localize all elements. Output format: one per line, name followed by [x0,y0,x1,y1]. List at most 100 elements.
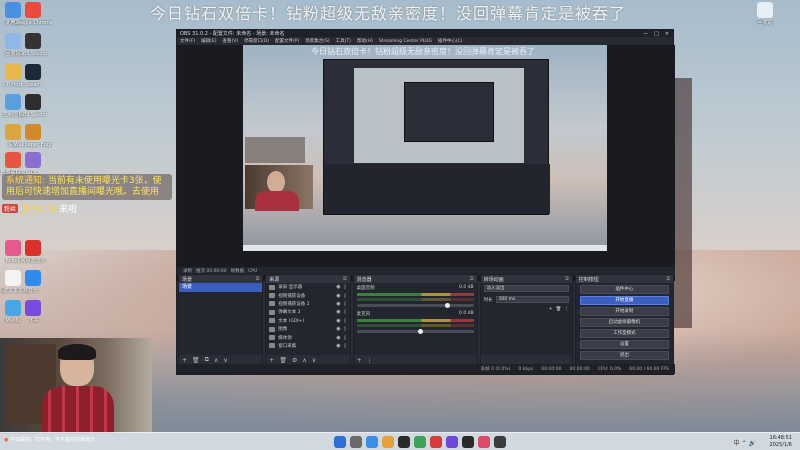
dock-menu-icon[interactable]: ⧉ [666,276,670,282]
taskbar-app-icon[interactable] [350,436,362,448]
source-item[interactable]: 媒体源 ◉ ▯ [266,333,349,341]
source-item[interactable]: 文本 (GDI+) ◉ ▯ [266,317,349,325]
add-icon[interactable]: + [549,307,553,312]
more-icon[interactable]: ⋮ [564,307,569,312]
desktop-icon[interactable]: Wallpaper Engine [14,124,52,148]
add-icon[interactable]: + [269,357,274,364]
lock-icon[interactable]: ▯ [344,335,350,341]
desktop-icon-recycle-right[interactable]: 回收站 [746,2,784,26]
taskbar-app-icon[interactable] [382,436,394,448]
menu-item[interactable]: Streaming Center PLUG [379,39,432,44]
move-up-icon[interactable]: ∧ [214,357,218,364]
trash-icon[interactable]: 🗑 [556,307,562,312]
taskbar-clock[interactable]: 16:48:51 2025/1/6 [770,435,792,449]
menu-item[interactable]: 查看(V) [222,38,238,44]
filter-icon[interactable]: ⧉ [205,356,209,364]
menu-item[interactable]: 编辑(E) [201,38,216,44]
obs-window[interactable]: OBS 31.0.2 - 配置文件: 未命名 - 场景: 未命名 — □ ✕ 文… [176,29,675,375]
more-icon[interactable]: ⋮ [367,357,373,364]
control-button[interactable]: 启动虚拟摄像机 [579,318,669,327]
preview-canvas[interactable]: 今日钻石双倍卡！钻粉超级无敌亲密度！没回弹幕肯定是被吞了 [243,45,607,251]
taskbar-notification[interactable]: ● 今日磁贴：日升夜，今天是你的幸运日 [4,436,95,443]
obs-preview[interactable]: 今日钻石双倍卡！钻粉超级无敌亲密度！没回弹幕肯定是被吞了 录制 推流 00:00:… [177,45,675,281]
dock-menu-icon[interactable]: ⧉ [565,276,569,282]
desktop-icon[interactable]: 网易云音乐 [14,240,52,264]
transition-type-select[interactable]: 淡入淡出 [483,285,569,292]
system-tray[interactable]: 中 ⌃ 🔊 [734,438,756,447]
menu-item[interactable]: 插件中心(C) [438,38,463,44]
menu-item[interactable]: 停靠窗口(D) [244,38,269,44]
minimize-icon[interactable]: — [643,31,648,37]
source-item[interactable]: 图像 ◉ ▯ [266,325,349,333]
eye-icon[interactable]: ◉ [336,326,340,332]
menu-item[interactable]: 配置文件(P) [275,38,299,44]
gear-icon[interactable]: ⚙ [292,357,297,364]
move-up-icon[interactable]: ∧ [302,357,306,364]
menu-item[interactable]: 帮助(H) [357,38,373,44]
menu-item[interactable]: 场景集合(S) [305,38,329,44]
trash-icon[interactable]: 🗑 [192,357,200,364]
lock-icon[interactable]: ▯ [344,318,350,324]
eye-icon[interactable]: ◉ [336,335,340,341]
desktop-icon[interactable]: Steam [14,64,52,88]
preview-tab[interactable]: CPU [248,269,257,274]
trash-icon[interactable]: 🗑 [279,357,287,364]
source-item[interactable]: 视频捕获设备 ◉ ▯ [266,291,349,299]
volume-slider[interactable] [356,303,474,308]
desktop-icon[interactable]: OBS Studio [14,94,52,118]
taskbar-app-icon[interactable] [414,436,426,448]
eye-icon[interactable]: ◉ [336,284,340,290]
control-button[interactable]: 插件中心 [579,285,669,294]
lock-icon[interactable]: ▯ [344,343,350,349]
transition-duration-input[interactable]: 300 ms [495,296,569,303]
menu-item[interactable]: 文件(F) [180,38,195,44]
lock-icon[interactable]: ▯ [344,284,350,290]
volume-slider-knob[interactable] [444,303,450,308]
source-item[interactable]: 录屏·显示器 ◉ ▯ [266,283,349,291]
control-button[interactable]: 设置 [579,340,669,349]
eye-icon[interactable]: ◉ [336,309,340,315]
lock-icon[interactable]: ▯ [344,326,350,332]
lock-icon[interactable]: ▯ [344,309,350,315]
desktop-icon[interactable]: LOL [14,152,52,176]
lock-icon[interactable]: ▯ [344,301,350,307]
dock-menu-icon[interactable]: ⧉ [256,276,260,282]
control-button[interactable]: 开始录制 [579,307,669,316]
control-button[interactable]: 退出 [579,351,669,360]
taskbar-app-icon[interactable] [366,436,378,448]
source-item[interactable]: 视频捕获设备 2 ◉ ▯ [266,300,349,308]
taskbar-app-icon[interactable] [478,436,490,448]
volume-slider-knob[interactable] [417,329,423,334]
taskbar-app-icon[interactable] [446,436,458,448]
eye-icon[interactable]: ◉ [336,301,340,307]
menu-item[interactable]: 工具(T) [336,38,351,44]
source-item[interactable]: 弹幕文本 2 ◉ ▯ [266,308,349,316]
desktop-icon[interactable]: Google Chrome [14,2,52,26]
close-icon[interactable]: ✕ [665,31,669,37]
control-button[interactable]: 开始直播 [579,296,669,305]
obs-titlebar[interactable]: OBS 31.0.2 - 配置文件: 未命名 - 场景: 未命名 — □ ✕ [177,30,673,37]
taskbar-app-icon[interactable] [430,436,442,448]
taskbar-app-icon[interactable] [398,436,410,448]
dock-menu-icon[interactable]: ⧉ [343,276,347,282]
dock-menu-icon[interactable]: ⧉ [470,276,474,282]
eye-icon[interactable]: ◉ [336,318,340,324]
move-down-icon[interactable]: ∨ [223,357,227,364]
desktop-icon[interactable]: OBS Studio [14,33,52,57]
source-item[interactable]: 窗口采集 ◉ ▯ [266,342,349,350]
eye-icon[interactable]: ◉ [336,293,340,299]
volume-slider[interactable] [356,329,474,334]
control-button[interactable]: 工作室模式 [579,329,669,338]
scene-item[interactable]: 场景 [179,283,263,292]
add-icon[interactable]: + [182,357,187,364]
maximize-icon[interactable]: □ [654,31,659,37]
desktop-icon[interactable]: 音乐 [14,270,52,294]
add-icon[interactable]: + [357,357,362,364]
taskbar-app-icon[interactable] [462,436,474,448]
taskbar-app-icon[interactable] [494,436,506,448]
lock-icon[interactable]: ▯ [344,293,350,299]
taskbar-app-icon[interactable] [334,436,346,448]
desktop-icon[interactable]: 飞书 [14,300,52,324]
move-down-icon[interactable]: ∨ [312,357,316,364]
eye-icon[interactable]: ◉ [336,343,340,349]
